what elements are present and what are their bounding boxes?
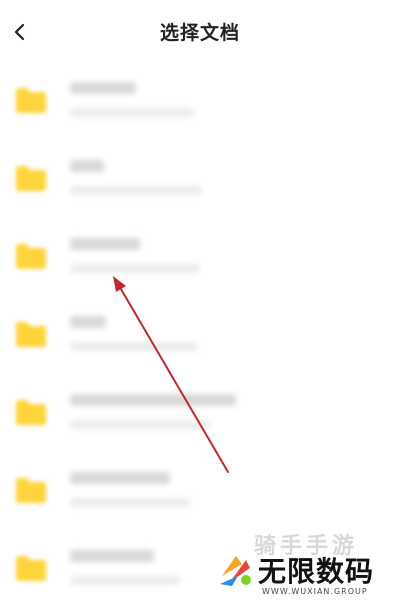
watermark-logo-icon xyxy=(216,550,256,590)
watermark-url: WWW.WUXIAN.GROUP xyxy=(262,587,368,596)
watermark: 骑手手游 无限数码 WWW.WUXIAN.GROUP xyxy=(212,528,400,598)
annotation-arrow xyxy=(113,276,229,473)
watermark-brand: 无限数码 xyxy=(258,555,375,588)
